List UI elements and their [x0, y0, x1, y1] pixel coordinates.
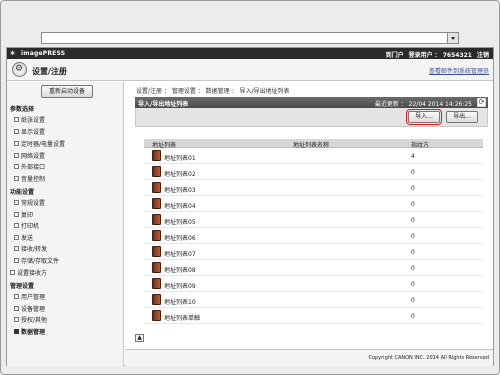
sidebar: 重新启动设备 参数选择 纸张设置 显示设置 定时器/电量设置 网络设置 外部接口… — [7, 82, 124, 366]
address-list-name[interactable]: 地址列表04 — [164, 201, 196, 210]
address-list-name[interactable]: 地址列表07 — [164, 249, 196, 258]
sidebar-group-management[interactable]: 管理设置 — [10, 281, 34, 290]
logout-link[interactable]: 注销 — [477, 50, 489, 59]
scroll-top-button[interactable]: ▲ — [135, 334, 144, 342]
settings-gear-icon — [12, 62, 27, 77]
window-frame: ✱ imagePRESS 到门户 登录用户 ： 7654321 注销 设置/注册… — [0, 0, 500, 375]
address-list-name[interactable]: 地址列表06 — [164, 233, 196, 242]
address-list-count: 0 — [411, 201, 415, 208]
url-combobox[interactable] — [41, 32, 459, 44]
address-book-icon — [152, 294, 161, 305]
sidebar-item-copy[interactable]: 复印 — [13, 210, 33, 219]
address-list-name[interactable]: 地址列表03 — [164, 185, 196, 194]
panel-toolbar: 导入... 导出... — [135, 108, 488, 127]
address-list-count: 0 — [411, 281, 415, 288]
address-book-icon — [152, 182, 161, 193]
restart-device-button[interactable]: 重新启动设备 — [41, 85, 93, 98]
portal-link[interactable]: 到门户 — [386, 50, 404, 59]
address-list-name[interactable]: 地址列表01 — [164, 153, 196, 162]
brand-icon: ✱ — [10, 50, 16, 57]
sidebar-item-receive[interactable]: 接收/转发 — [13, 244, 47, 253]
footer: Copyright CANON INC. 2014 All Rights Res… — [125, 349, 493, 366]
export-button[interactable]: 导出... — [446, 111, 478, 123]
table-row[interactable]: 地址列表08 0 — [144, 260, 483, 276]
sidebar-item-store[interactable]: 存储/存取文件 — [13, 256, 59, 265]
table-row[interactable]: 地址列表05 0 — [144, 212, 483, 228]
table-row[interactable]: 地址列表06 0 — [144, 228, 483, 244]
sidebar-item-display[interactable]: 显示设置 — [13, 127, 45, 136]
address-list-count: 0 — [411, 265, 415, 272]
last-updated: 最近更新 ： 22/04 2014 14:26:25 — [374, 101, 472, 108]
address-list-count: 0 — [411, 169, 415, 176]
address-book-icon — [152, 310, 161, 321]
table-row[interactable]: 地址列表09 0 — [144, 276, 483, 292]
sidebar-item-user-mgmt[interactable]: 用户管理 — [13, 292, 45, 301]
sidebar-item-recipient[interactable]: 设置接收方 — [9, 268, 47, 277]
address-list-name[interactable]: 地址列表10 — [164, 297, 196, 306]
sidebar-item-data-mgmt[interactable]: 数据管理 — [13, 327, 45, 336]
address-list-name[interactable]: 地址列表09 — [164, 281, 196, 290]
url-dropdown-button[interactable] — [447, 33, 458, 43]
address-book-icon — [152, 166, 161, 177]
page-title: 设置/注册 — [32, 67, 67, 76]
sidebar-item-interface[interactable]: 外部接口 — [13, 162, 45, 171]
panel-header: 导入/导出地址列表 最近更新 ： 22/04 2014 14:26:25 ⟳ — [135, 97, 488, 108]
panel-title: 导入/导出地址列表 — [138, 101, 189, 108]
address-list-name[interactable]: 地址列表05 — [164, 217, 196, 226]
mail-admin-link[interactable]: 查看邮件到系统管理员 — [429, 66, 489, 75]
top-links: 到门户 登录用户 ： 7654321 注销 — [386, 50, 489, 59]
address-book-icon — [152, 246, 161, 257]
sidebar-item-printer[interactable]: 打印机 — [13, 221, 39, 230]
top-bar: ✱ imagePRESS 到门户 登录用户 ： 7654321 注销 — [7, 48, 493, 59]
address-book-icon — [152, 230, 161, 241]
table-row[interactable]: 地址列表01 4 — [144, 148, 483, 164]
app-window: ✱ imagePRESS 到门户 登录用户 ： 7654321 注销 设置/注册… — [6, 47, 494, 366]
sidebar-group-preferences[interactable]: 参数选择 — [10, 104, 34, 113]
address-list-name[interactable]: 地址列表单触 — [164, 313, 200, 322]
address-book-icon — [152, 262, 161, 273]
sidebar-group-function[interactable]: 功能设置 — [10, 187, 34, 196]
sidebar-item-volume[interactable]: 音量控制 — [13, 174, 45, 183]
sidebar-item-general[interactable]: 常规设置 — [13, 198, 45, 207]
table-row[interactable]: 地址列表04 0 — [144, 196, 483, 212]
address-list-count: 0 — [411, 249, 415, 256]
breadcrumb: 设置/注册 ： 管理设置 ： 数据管理 ： 导入/导出地址列表 — [136, 88, 290, 95]
table-row[interactable]: 地址列表单触 0 — [144, 308, 483, 324]
address-list-count: 0 — [411, 233, 415, 240]
page-header: 设置/注册 查看邮件到系统管理员 — [7, 59, 493, 81]
import-button[interactable]: 导入... — [406, 109, 442, 125]
address-list-name[interactable]: 地址列表02 — [164, 169, 196, 178]
refresh-icon[interactable]: ⟳ — [477, 98, 486, 107]
sidebar-item-device-mgmt[interactable]: 设备管理 — [13, 304, 45, 313]
brand-name: imagePRESS — [21, 50, 66, 57]
address-list-count: 0 — [411, 217, 415, 224]
login-user-label: 登录用户 ： 7654321 — [408, 52, 472, 59]
table-row[interactable]: 地址列表03 0 — [144, 180, 483, 196]
address-list-name[interactable]: 地址列表08 — [164, 265, 196, 274]
sidebar-item-send[interactable]: 发送 — [13, 233, 33, 242]
address-list-count: 0 — [411, 313, 415, 320]
table-header: 地址列表 地址列表名称 指纹方 — [144, 139, 483, 149]
table-row[interactable]: 地址列表10 0 — [144, 292, 483, 308]
address-book-icon — [152, 278, 161, 289]
sidebar-item-network[interactable]: 网络设置 — [13, 151, 45, 160]
address-list-count: 4 — [411, 153, 415, 160]
address-book-icon — [152, 214, 161, 225]
sidebar-item-timer[interactable]: 定时器/电量设置 — [13, 139, 65, 148]
table-row[interactable]: 地址列表07 0 — [144, 244, 483, 260]
copyright: Copyright CANON INC. 2014 All Rights Res… — [368, 355, 489, 361]
address-book-icon — [152, 150, 161, 161]
sidebar-item-paper[interactable]: 纸张设置 — [13, 115, 45, 124]
table-row[interactable]: 地址列表02 0 — [144, 164, 483, 180]
address-book-icon — [152, 198, 161, 209]
address-list-count: 0 — [411, 297, 415, 304]
address-list-count: 0 — [411, 185, 415, 192]
sidebar-item-license[interactable]: 授权/其他 — [13, 315, 47, 324]
